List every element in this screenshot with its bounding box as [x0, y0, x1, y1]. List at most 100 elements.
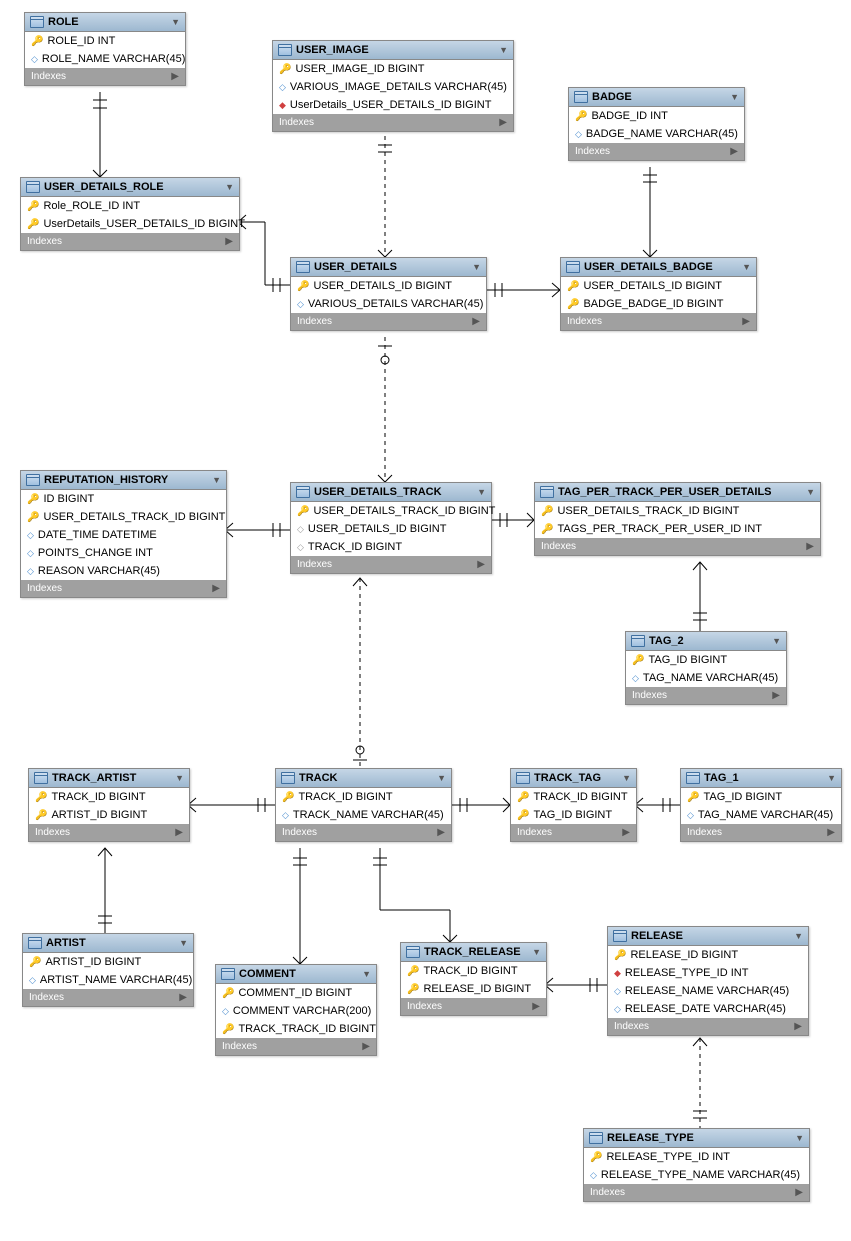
entity-track_tag[interactable]: TRACK_TAG▼🔑TRACK_ID BIGINT🔑TAG_ID BIGINT… [510, 768, 637, 842]
diamond-red-icon: ◆ [279, 100, 286, 111]
indexes-section[interactable]: Indexes▶ [681, 824, 841, 841]
entity-release[interactable]: RELEASE▼🔑RELEASE_ID BIGINT◆RELEASE_TYPE_… [607, 926, 809, 1036]
indexes-section[interactable]: Indexes▶ [608, 1018, 808, 1035]
column: 🔑ID BIGINT [21, 490, 226, 508]
entity-header[interactable]: USER_DETAILS_TRACK▼ [291, 483, 491, 502]
chevron-down-icon[interactable]: ▼ [225, 182, 234, 192]
entity-header[interactable]: BADGE ▼ [569, 88, 744, 107]
entity-artist[interactable]: ARTIST▼🔑ARTIST_ID BIGINT◇ARTIST_NAME VAR… [22, 933, 194, 1007]
chevron-down-icon[interactable]: ▼ [175, 773, 184, 783]
chevron-down-icon[interactable]: ▼ [477, 487, 486, 497]
entity-header[interactable]: TAG_PER_TRACK_PER_USER_DETAILS▼ [535, 483, 820, 502]
indexes-section[interactable]: Indexes▶ [291, 313, 486, 330]
entity-header[interactable]: USER_IMAGE▼ [273, 41, 513, 60]
chevron-down-icon[interactable]: ▼ [622, 773, 631, 783]
entity-reputation_history[interactable]: REPUTATION_HISTORY▼🔑ID BIGINT🔑USER_DETAI… [20, 470, 227, 598]
column: ◇POINTS_CHANGE INT [21, 544, 226, 562]
entity-header[interactable]: USER_DETAILS_BADGE▼ [561, 258, 756, 277]
entity-role[interactable]: ROLE▼🔑ROLE_ID INT◇ROLE_NAME VARCHAR(45)I… [24, 12, 186, 86]
chevron-down-icon[interactable]: ▼ [532, 947, 541, 957]
key-icon: 🔑 [27, 201, 39, 212]
entity-title: BADGE [592, 91, 632, 103]
column-text: ARTIST_ID BIGINT [45, 956, 141, 968]
entity-header[interactable]: USER_DETAILS_ROLE ▼ [21, 178, 239, 197]
indexes-section[interactable]: Indexes▶ [21, 580, 226, 597]
chevron-down-icon[interactable]: ▼ [362, 969, 371, 979]
entity-user_details_track[interactable]: USER_DETAILS_TRACK▼🔑USER_DETAILS_TRACK_I… [290, 482, 492, 574]
chevron-down-icon[interactable]: ▼ [212, 475, 221, 485]
column-list: 🔑TRACK_ID BIGINT🔑RELEASE_ID BIGINT [401, 962, 546, 998]
table-icon [221, 968, 235, 980]
entity-track[interactable]: TRACK▼🔑TRACK_ID BIGINT◇TRACK_NAME VARCHA… [275, 768, 452, 842]
indexes-section[interactable]: Indexes▶ [291, 556, 491, 573]
chevron-down-icon[interactable]: ▼ [499, 45, 508, 55]
chevron-right-icon: ▶ [499, 117, 507, 128]
entity-comment[interactable]: COMMENT▼🔑COMMENT_ID BIGINT◇COMMENT VARCH… [215, 964, 377, 1056]
entity-user_image[interactable]: USER_IMAGE▼🔑USER_IMAGE_ID BIGINT◇VARIOUS… [272, 40, 514, 132]
entity-title: RELEASE [631, 930, 683, 942]
entity-track_release[interactable]: TRACK_RELEASE▼🔑TRACK_ID BIGINT🔑RELEASE_I… [400, 942, 547, 1016]
column: 🔑ARTIST_ID BIGINT [23, 953, 193, 971]
column: 🔑USER_DETAILS_ID BIGINT [561, 277, 756, 295]
entity-tag_2[interactable]: TAG_2▼🔑TAG_ID BIGINT◇TAG_NAME VARCHAR(45… [625, 631, 787, 705]
indexes-section[interactable]: Indexes▶ [21, 233, 239, 250]
entity-header[interactable]: REPUTATION_HISTORY▼ [21, 471, 226, 490]
chevron-down-icon[interactable]: ▼ [171, 17, 180, 27]
entity-header[interactable]: TRACK_TAG▼ [511, 769, 636, 788]
entity-header[interactable]: TAG_1▼ [681, 769, 841, 788]
column-text: DATE_TIME DATETIME [38, 529, 157, 541]
column-text: TRACK_ID BIGINT [533, 791, 627, 803]
entity-header[interactable]: TRACK▼ [276, 769, 451, 788]
chevron-right-icon: ▶ [362, 1041, 370, 1052]
entity-header[interactable]: ARTIST▼ [23, 934, 193, 953]
indexes-section[interactable]: Indexes▶ [626, 687, 786, 704]
column-text: REASON VARCHAR(45) [38, 565, 160, 577]
entity-tag_per_track_per_user_details[interactable]: TAG_PER_TRACK_PER_USER_DETAILS▼🔑USER_DET… [534, 482, 821, 556]
indexes-section[interactable]: Indexes▶ [569, 143, 744, 160]
entity-header[interactable]: COMMENT▼ [216, 965, 376, 984]
indexes-section[interactable]: Indexes▶ [25, 68, 185, 85]
entity-tag_1[interactable]: TAG_1▼🔑TAG_ID BIGINT◇TAG_NAME VARCHAR(45… [680, 768, 842, 842]
indexes-section[interactable]: Indexes▶ [216, 1038, 376, 1055]
chevron-down-icon[interactable]: ▼ [795, 1133, 804, 1143]
chevron-down-icon[interactable]: ▼ [472, 262, 481, 272]
indexes-section[interactable]: Indexes▶ [276, 824, 451, 841]
entity-title: ROLE [48, 16, 79, 28]
entity-title: USER_DETAILS_ROLE [44, 181, 164, 193]
chevron-down-icon[interactable]: ▼ [827, 773, 836, 783]
entity-header[interactable]: USER_DETAILS▼ [291, 258, 486, 277]
indexes-section[interactable]: Indexes▶ [561, 313, 756, 330]
entity-user_details_role[interactable]: USER_DETAILS_ROLE▼🔑Role_ROLE_ID INT🔑User… [20, 177, 240, 251]
indexes-section[interactable]: Indexes▶ [511, 824, 636, 841]
indexes-label: Indexes [27, 236, 62, 247]
chevron-right-icon: ▶ [477, 559, 485, 570]
entity-badge[interactable]: BADGE▼🔑BADGE_ID INT◇BADGE_NAME VARCHAR(4… [568, 87, 745, 161]
chevron-down-icon[interactable]: ▼ [179, 938, 188, 948]
entity-header[interactable]: ROLE ▼ [25, 13, 185, 32]
indexes-section[interactable]: Indexes▶ [273, 114, 513, 131]
chevron-down-icon[interactable]: ▼ [794, 931, 803, 941]
indexes-section[interactable]: Indexes▶ [584, 1184, 809, 1201]
indexes-section[interactable]: Indexes▶ [401, 998, 546, 1015]
chevron-down-icon[interactable]: ▼ [742, 262, 751, 272]
entity-header[interactable]: TRACK_RELEASE▼ [401, 943, 546, 962]
entity-track_artist[interactable]: TRACK_ARTIST▼🔑TRACK_ID BIGINT🔑ARTIST_ID … [28, 768, 190, 842]
indexes-section[interactable]: Indexes▶ [29, 824, 189, 841]
chevron-down-icon[interactable]: ▼ [730, 92, 739, 102]
entity-header[interactable]: TRACK_ARTIST▼ [29, 769, 189, 788]
column: ◇TAG_NAME VARCHAR(45) [681, 806, 841, 824]
chevron-down-icon[interactable]: ▼ [772, 636, 781, 646]
indexes-label: Indexes [282, 827, 317, 838]
entity-user_details[interactable]: USER_DETAILS▼🔑USER_DETAILS_ID BIGINT◇VAR… [290, 257, 487, 331]
indexes-section[interactable]: Indexes▶ [23, 989, 193, 1006]
entity-release_type[interactable]: RELEASE_TYPE▼🔑RELEASE_TYPE_ID INT◇RELEAS… [583, 1128, 810, 1202]
entity-header[interactable]: RELEASE ▼ [608, 927, 808, 946]
column-text: BADGE_NAME VARCHAR(45) [586, 128, 738, 140]
entity-header[interactable]: TAG_2▼ [626, 632, 786, 651]
chevron-down-icon[interactable]: ▼ [437, 773, 446, 783]
entity-user_details_badge[interactable]: USER_DETAILS_BADGE▼🔑USER_DETAILS_ID BIGI… [560, 257, 757, 331]
entity-header[interactable]: RELEASE_TYPE▼ [584, 1129, 809, 1148]
chevron-down-icon[interactable]: ▼ [806, 487, 815, 497]
indexes-section[interactable]: Indexes▶ [535, 538, 820, 555]
column-list: 🔑USER_DETAILS_TRACK_ID BIGINT🔑TAGS_PER_T… [535, 502, 820, 538]
